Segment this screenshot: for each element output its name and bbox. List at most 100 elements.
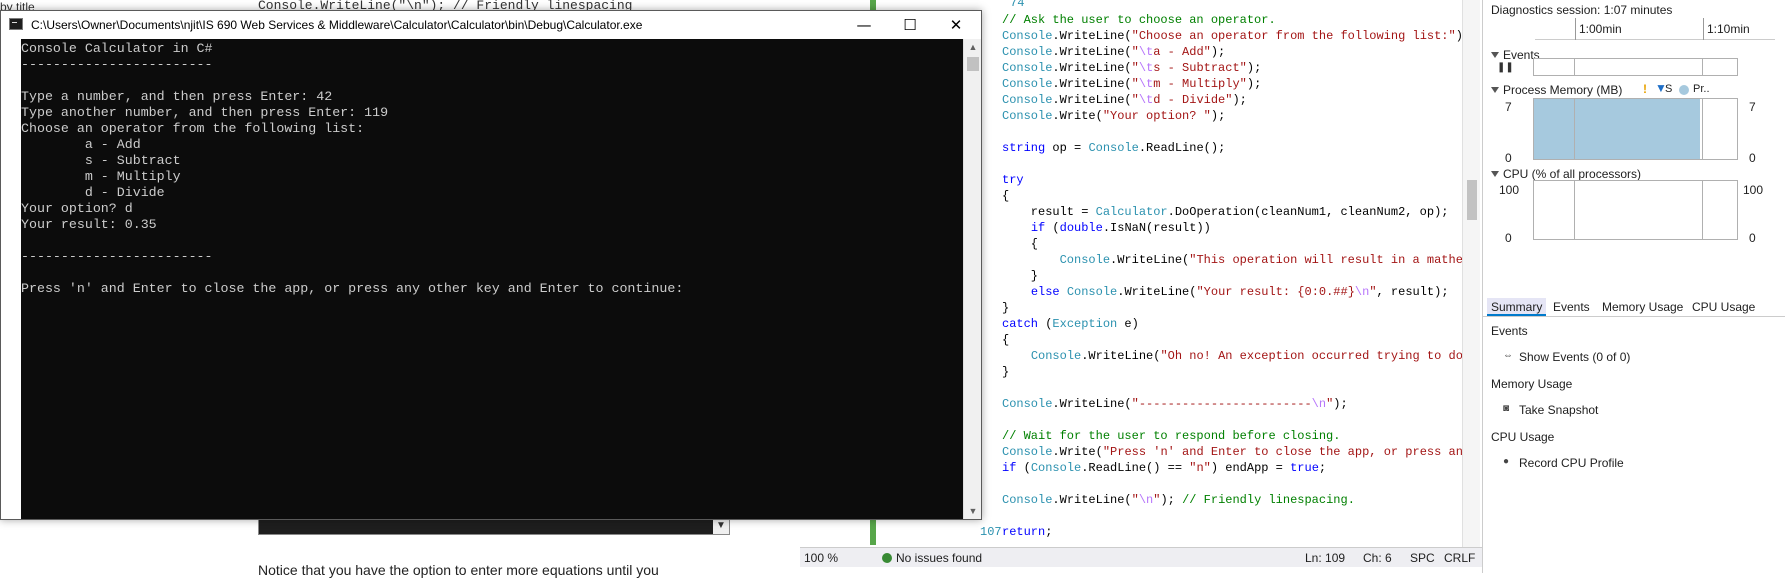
- code-token: ": [1131, 61, 1139, 75]
- code-token: ": [1131, 493, 1139, 507]
- link-icon: ⇔: [1503, 350, 1513, 361]
- code-token: ) endApp =: [1210, 461, 1291, 475]
- chevron-down-icon[interactable]: ▼: [713, 518, 729, 534]
- memory-chart: [1533, 98, 1738, 160]
- memory-group-title: Memory Usage: [1491, 377, 1573, 391]
- code-token: Console: [1030, 349, 1082, 363]
- code-token: m - Multiply": [1153, 77, 1247, 91]
- code-line: Console.WriteLine("\ts - Subtract");: [1002, 60, 1462, 76]
- minimize-button[interactable]: —: [841, 11, 887, 39]
- line-indicator[interactable]: Ln: 109: [1305, 551, 1345, 565]
- code-token: .WriteLine(: [1052, 493, 1132, 507]
- scroll-down-icon[interactable]: ▼: [964, 503, 982, 519]
- scroll-up-icon[interactable]: ▲: [964, 39, 982, 55]
- collapse-triangle-icon: [1491, 52, 1499, 58]
- code-token: (: [1038, 317, 1053, 331]
- zoom-level[interactable]: 100 %: [804, 551, 838, 565]
- editor-vertical-scrollbar[interactable]: [1462, 0, 1480, 555]
- legend-swatch-icon: [1679, 85, 1689, 95]
- code-token: \n: [1311, 397, 1327, 411]
- code-token: ": [1131, 93, 1139, 107]
- code-line: Console.WriteLine("\td - Divide");: [1002, 92, 1462, 108]
- editor-code-area[interactable]: // Ask the user to choose an operator. Co…: [1002, 12, 1462, 542]
- code-token: Console: [1002, 29, 1053, 43]
- code-token: op =: [1045, 141, 1089, 155]
- console-line: Type another number, and then press Ente…: [21, 105, 389, 120]
- code-token: "Oh no! An exception occurred trying to …: [1160, 349, 1462, 363]
- line-ending-indicator[interactable]: CRLF: [1444, 551, 1475, 565]
- ruler-tick: [1703, 18, 1704, 40]
- scrollbar-thumb[interactable]: [967, 57, 979, 71]
- code-token: Calculator: [1095, 205, 1168, 219]
- memory-axis-top-right: 7: [1749, 100, 1756, 114]
- code-token: }: [1002, 269, 1039, 283]
- code-token: ": [1369, 285, 1377, 299]
- console-line: a - Add: [21, 137, 141, 152]
- maximize-button[interactable]: ☐: [887, 11, 933, 39]
- console-line: Your result: 0.35: [21, 217, 157, 232]
- issues-indicator[interactable]: No issues found: [882, 551, 982, 565]
- code-token: result =: [1002, 205, 1096, 219]
- record-cpu-profile-button[interactable]: Record CPU Profile: [1519, 456, 1624, 470]
- code-token: (: [1045, 221, 1060, 235]
- console-titlebar[interactable]: C:\Users\Owner\Documents\njit\IS 690 Web…: [1, 11, 981, 39]
- code-token: .WriteLine(: [1052, 61, 1132, 75]
- pause-icon[interactable]: ❚❚: [1497, 62, 1514, 73]
- tab-memory-usage[interactable]: Memory Usage: [1602, 300, 1683, 314]
- code-token: .WriteLine(: [1052, 29, 1132, 43]
- console-line: ------------------------: [21, 57, 213, 72]
- code-token: Console: [1002, 45, 1053, 59]
- code-token: // Friendly linespacing.: [1182, 493, 1355, 507]
- code-line: }: [1002, 268, 1462, 284]
- console-scrollbar[interactable]: ▲ ▼: [963, 39, 981, 519]
- whitespace-indicator[interactable]: SPC: [1410, 551, 1435, 565]
- code-token: );: [1232, 93, 1247, 107]
- code-token: \n: [1354, 285, 1370, 299]
- console-line: d - Divide: [21, 185, 165, 200]
- console-line: Type a number, and then press Enter: 42: [21, 89, 333, 104]
- code-line: Console.WriteLine("\ta - Add");: [1002, 44, 1462, 60]
- code-line: if (double.IsNaN(result)): [1002, 220, 1462, 236]
- console-line: Your option? d: [21, 201, 133, 216]
- code-token: e): [1117, 317, 1139, 331]
- console-line: Choose an operator from the following li…: [21, 121, 365, 136]
- tab-events[interactable]: Events: [1553, 300, 1590, 314]
- doc-paragraph: Notice that you have the option to enter…: [258, 562, 659, 578]
- take-snapshot-button[interactable]: Take Snapshot: [1519, 403, 1598, 417]
- editor-status-bar: 100 % No issues found Ln: 109 Ch: 6 SPC …: [800, 547, 1482, 567]
- camera-icon: ◙: [1503, 403, 1510, 414]
- code-token: .WriteLine(: [1052, 93, 1132, 107]
- code-line: {: [1002, 236, 1462, 252]
- timeline-marker: [1574, 181, 1575, 239]
- cpu-section-label: CPU (% of all processors): [1503, 167, 1642, 181]
- record-icon: ●: [1503, 456, 1510, 467]
- cpu-group-title: CPU Usage: [1491, 430, 1555, 444]
- show-events-link[interactable]: Show Events (0 of 0): [1519, 350, 1630, 364]
- column-indicator[interactable]: Ch: 6: [1363, 551, 1392, 565]
- code-line: }: [1002, 300, 1462, 316]
- scrollbar-thumb[interactable]: [1467, 180, 1477, 220]
- console-app-icon[interactable]: [9, 18, 23, 30]
- console-window[interactable]: C:\Users\Owner\Documents\njit\IS 690 Web…: [0, 10, 982, 520]
- code-line: Console.WriteLine("\tm - Multiply");: [1002, 76, 1462, 92]
- close-button[interactable]: ✕: [933, 11, 979, 39]
- code-token: return: [1002, 525, 1046, 539]
- code-token: {: [1002, 237, 1039, 251]
- console-output[interactable]: Console Calculator in C# ----------------…: [21, 39, 963, 519]
- timeline-ruler: 1:00min 1:10min: [1535, 18, 1775, 40]
- line-number: 74: [1010, 0, 1025, 10]
- code-token: }: [1002, 365, 1010, 379]
- tab-summary[interactable]: Summary: [1487, 298, 1547, 316]
- timeline-marker: [1702, 181, 1703, 239]
- tab-cpu-usage[interactable]: CPU Usage: [1692, 300, 1755, 314]
- code-token: }: [1002, 301, 1010, 315]
- ruler-label: 1:10min: [1707, 22, 1750, 36]
- code-token: Console: [1002, 77, 1053, 91]
- code-token: );: [1210, 109, 1226, 123]
- memory-section-title[interactable]: Process Memory (MB): [1491, 83, 1622, 97]
- code-token: Console: [1059, 253, 1111, 267]
- cpu-section-title[interactable]: CPU (% of all processors): [1491, 167, 1641, 181]
